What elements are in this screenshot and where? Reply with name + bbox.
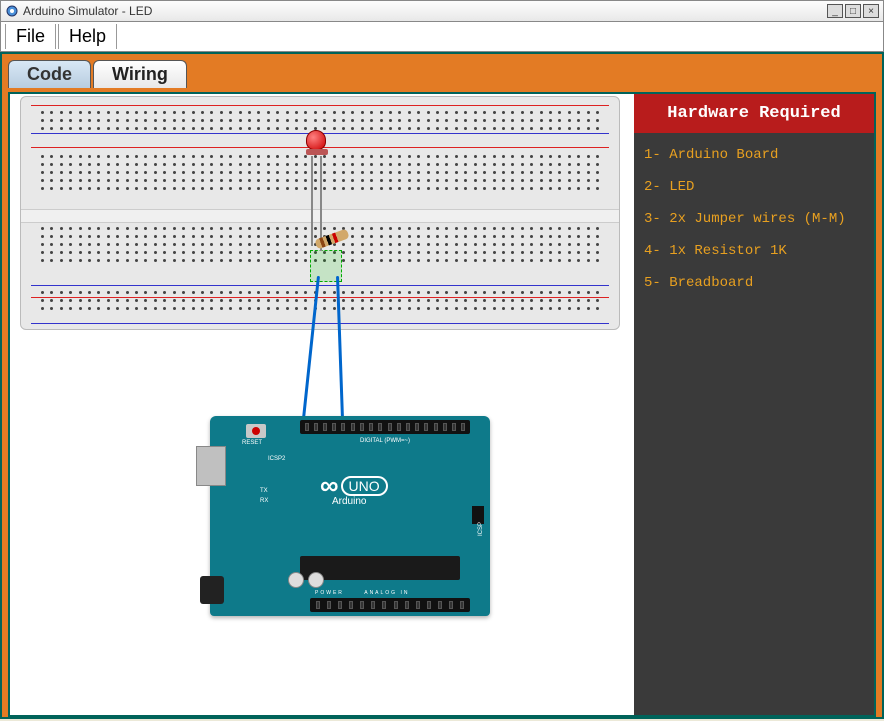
hardware-list: 1- Arduino Board 2- LED 3- 2x Jumper wir… [634,133,874,321]
titlebar: Arduino Simulator - LED _ □ × [0,0,884,22]
tab-row: Code Wiring [8,60,876,88]
power-analog-header [310,598,470,612]
icsp2-label: ICSP2 [268,456,285,462]
content-area: RESET ICSP2 DIGITAL (PWM=~) TX RX ∞ UNO … [8,92,876,717]
list-item: 5- Breadboard [644,275,864,291]
txrx-labels: TX RX [260,486,268,506]
capacitor-icon [288,572,304,588]
minimize-button[interactable]: _ [827,4,843,18]
maximize-button[interactable]: □ [845,4,861,18]
tab-wiring[interactable]: Wiring [93,60,187,88]
wiring-canvas[interactable]: RESET ICSP2 DIGITAL (PWM=~) TX RX ∞ UNO … [10,94,634,715]
icsp-label: ICSP [478,522,484,536]
capacitor-icon [308,572,324,588]
arduino-brand: Arduino [332,496,366,507]
window-title: Arduino Simulator - LED [23,4,152,18]
led-component [306,130,330,170]
microcontroller-chip-icon [300,556,460,580]
power-jack-icon [200,576,224,604]
close-button[interactable]: × [863,4,879,18]
sidebar-header: Hardware Required [634,94,874,133]
list-item: 1- Arduino Board [644,147,864,163]
digital-label: DIGITAL (PWM=~) [360,438,410,444]
tab-code[interactable]: Code [8,60,91,88]
usb-port-icon [196,446,226,486]
list-item: 3- 2x Jumper wires (M-M) [644,211,864,227]
menubar: File Help [0,22,884,52]
menu-file[interactable]: File [5,24,56,49]
menu-help[interactable]: Help [58,24,117,49]
list-item: 4- 1x Resistor 1K [644,243,864,259]
bottom-pin-labels: POWER ANALOG IN [315,590,409,596]
uno-label: UNO [341,476,388,496]
reset-label: RESET [242,440,262,446]
led-bulb-icon [306,130,326,150]
reset-button-icon [246,424,266,438]
app-frame: Code Wiring [0,52,884,719]
app-icon [5,4,19,18]
digital-header [300,420,470,434]
list-item: 2- LED [644,179,864,195]
sidebar: Hardware Required 1- Arduino Board 2- LE… [634,94,874,715]
arduino-board: RESET ICSP2 DIGITAL (PWM=~) TX RX ∞ UNO … [210,416,490,616]
